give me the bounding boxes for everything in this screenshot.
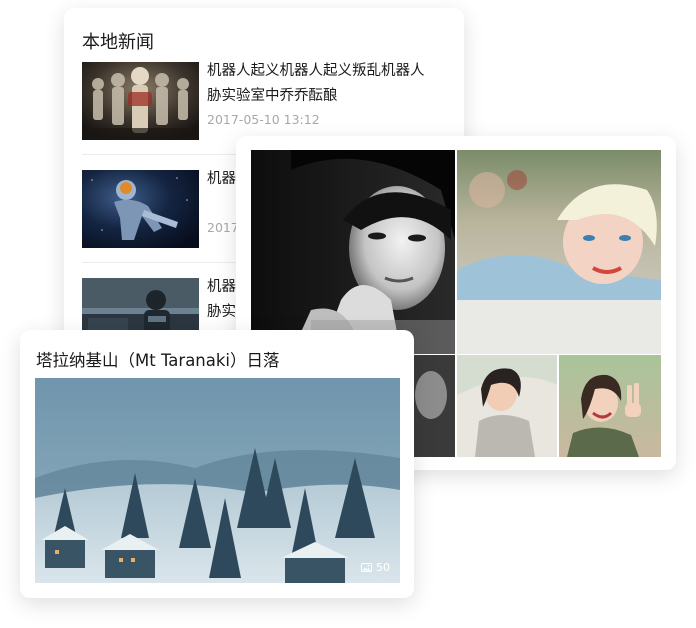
portrait-blonde-woman-image[interactable] — [457, 150, 661, 354]
image-icon — [361, 563, 372, 572]
news-card-title: 本地新闻 — [82, 32, 154, 53]
photo-count: 50 — [376, 561, 390, 574]
news-item[interactable]: 机器人起义机器人起义叛乱机器人 胁实验室中乔乔酝酿 2017-05-10 13:… — [82, 62, 452, 140]
astronaut-robot-image — [82, 170, 199, 248]
portrait-bw-woman-image[interactable] — [251, 150, 455, 354]
headline-line-1: 机器人起义机器人起义叛乱机器人 — [207, 63, 425, 79]
snowy-village-image[interactable]: 50 — [35, 378, 400, 583]
robot-skeletons-image — [82, 62, 199, 140]
landscape-title: 塔拉纳基山（Mt Taranaki）日落 — [36, 351, 280, 370]
news-date: 2017 — [207, 220, 239, 235]
portrait-short-hair-woman-image[interactable] — [457, 355, 557, 457]
portrait-peace-sign-woman-image[interactable] — [559, 355, 661, 457]
photo-count-badge: 50 — [361, 561, 390, 574]
landscape-card[interactable]: 塔拉纳基山（Mt Taranaki）日落 50 — [20, 330, 414, 598]
news-date: 2017-05-10 13:12 — [207, 112, 320, 127]
headline-line-2: 胁实验室中乔乔酝酿 — [207, 88, 338, 104]
news-headline: 机器人起义机器人起义叛乱机器人 胁实验室中乔乔酝酿 — [207, 59, 447, 109]
